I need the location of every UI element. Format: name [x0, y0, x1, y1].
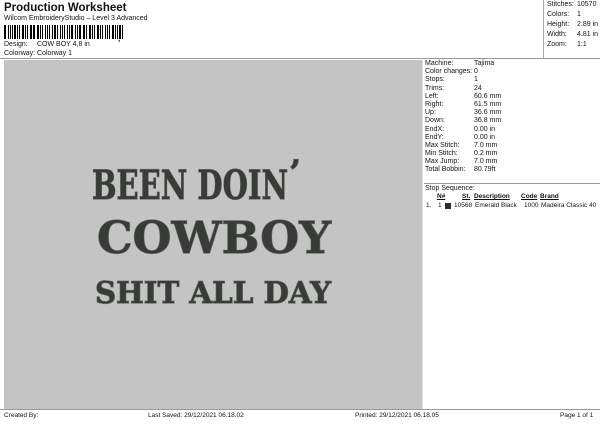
header-divider — [0, 58, 600, 59]
prop-value: 1 — [474, 76, 478, 84]
col-description: Description — [474, 193, 510, 200]
design-line-2: COWBOY — [97, 213, 332, 264]
stat-stitches: Stitches: 10570 — [544, 0, 600, 10]
colorway-label: Colorway: — [4, 50, 36, 57]
prop-max-stitch: Max Stitch: 7.0 mm — [425, 142, 600, 150]
col-n: N# — [437, 193, 446, 200]
prop-value: 36.6 mm — [474, 109, 502, 117]
prop-value: 0.2 mm — [474, 150, 498, 158]
design-apostrophe: ’ — [289, 153, 301, 193]
prop-color-changes: Color changes: 0 — [425, 68, 600, 76]
prop-down: Down: 36.8 mm — [425, 117, 600, 125]
machine-properties: Machine: Tajima Color changes: 0 Stops: 1 T… — [425, 60, 600, 175]
stat-label: Stitches: — [547, 1, 574, 8]
prop-trims: Trims: 24 — [425, 85, 600, 93]
row-st: 10568 — [454, 202, 473, 209]
row-description: Emerald Black — [475, 202, 517, 209]
prop-value: 36.8 mm — [474, 117, 502, 125]
barcode — [4, 25, 124, 39]
stat-value: 1 — [577, 11, 581, 18]
prop-value: 0.00 in — [474, 125, 496, 133]
prop-value: 0 — [474, 68, 478, 76]
stat-value: 2.89 in — [577, 21, 599, 28]
stat-width: Width: 4.81 in — [544, 30, 600, 40]
footer-divider — [0, 409, 600, 410]
design-line-3: SHIT ALL DAY — [95, 276, 332, 311]
embroidery-artwork: BEEN DOIN ’ COWBOY SHIT ALL DAY — [91, 152, 332, 311]
prop-machine: Machine: Tajima — [425, 60, 600, 68]
stop-sequence: Stop Sequence: N# St. Description Code B… — [425, 184, 600, 210]
footer-printed: Printed: 29/12/2021 06.18.05 — [355, 412, 439, 419]
stop-sequence-title: Stop Sequence: — [425, 185, 475, 192]
prop-value: 80.79ft — [474, 166, 496, 174]
prop-value: Tajima — [474, 60, 495, 67]
prop-label: Trims: — [425, 84, 445, 92]
stat-label: Colors: — [547, 11, 570, 18]
prop-label: EndX: — [425, 125, 445, 133]
colorway-value: Colorway 1 — [37, 50, 73, 57]
design-preview[interactable]: BEEN DOIN ’ COWBOY SHIT ALL DAY — [4, 60, 423, 409]
prop-label: Max Stitch: — [425, 141, 460, 149]
prop-label: Total Bobbin: — [425, 166, 466, 174]
prop-label: Max Jump: — [425, 158, 460, 166]
design-line-1: BEEN DOIN — [92, 162, 288, 209]
col-brand: Brand — [540, 193, 559, 200]
prop-value: 7.0 mm — [474, 141, 498, 149]
row-brand: Madeira Classic 40 — [541, 202, 597, 209]
prop-label: Stops: — [425, 76, 445, 84]
stat-value: 4.81 in — [577, 31, 599, 38]
prop-max-jump: Max Jump: 7.0 mm — [425, 158, 600, 166]
stats-panel: Stitches: 10570 Colors: 1 Height: 2.89 in W… — [543, 0, 600, 58]
software-name: Wilcom EmbroideryStudio – Level 3 Advanc… — [4, 15, 148, 22]
barcode-mark: , — [118, 34, 121, 43]
stop-sequence-header: N# St. Description Code Brand — [425, 192, 600, 201]
footer-page: Page 1 of 1 — [560, 412, 594, 419]
table-row: 1. 1 10568 Emerald Black 1000 Madeira Cl… — [425, 201, 600, 210]
worksheet-title: Production Worksheet — [4, 2, 127, 14]
design-value: COW BOY 4,8 in — [37, 41, 90, 48]
row-index: 1. — [426, 202, 432, 209]
design-label: Design: — [4, 41, 28, 48]
prop-label: Min Stitch: — [425, 150, 458, 158]
prop-value: 7.0 mm — [474, 158, 498, 166]
prop-total-bobbin: Total Bobbin: 80.79ft — [425, 166, 600, 174]
stat-colors: Colors: 1 — [544, 10, 600, 20]
prop-endx: EndX: 0.00 in — [425, 126, 600, 134]
prop-value: 24 — [474, 84, 482, 92]
stat-value: 1:1 — [577, 41, 587, 48]
prop-endy: EndY: 0.00 in — [425, 134, 600, 142]
prop-label: Left: — [425, 92, 439, 100]
prop-label: EndY: — [425, 133, 444, 141]
prop-label: Up: — [425, 109, 436, 117]
prop-up: Up: 36.6 mm — [425, 109, 600, 117]
stat-label: Height: — [547, 21, 570, 28]
prop-left: Left: 60.6 mm — [425, 93, 600, 101]
col-st: St. — [462, 193, 471, 200]
prop-label: Color changes: — [425, 68, 473, 76]
stat-value: 10570 — [577, 1, 597, 8]
row-n: 1 — [438, 202, 442, 209]
row-code: 1000 — [524, 202, 539, 209]
prop-right: Right: 61.5 mm — [425, 101, 600, 109]
prop-value: 0.00 in — [474, 133, 496, 141]
footer-created-by: Created By: — [4, 412, 39, 419]
stat-label: Width: — [547, 31, 567, 38]
col-code: Code — [521, 193, 538, 200]
prop-stops: Stops: 1 — [425, 76, 600, 84]
stat-label: Zoom: — [547, 41, 567, 48]
prop-min-stitch: Min Stitch: 0.2 mm — [425, 150, 600, 158]
design-info: Design: COW BOY 4,8 in — [4, 41, 90, 48]
prop-value: 61.5 mm — [474, 100, 502, 108]
prop-label: Down: — [425, 117, 445, 125]
prop-label: Machine: — [425, 60, 454, 67]
prop-value: 60.6 mm — [474, 92, 502, 100]
prop-label: Right: — [425, 100, 444, 108]
stat-zoom: Zoom: 1:1 — [544, 40, 600, 50]
stat-height: Height: 2.89 in — [544, 20, 600, 30]
colorway-info: Colorway: Colorway 1 — [4, 50, 72, 57]
thread-color-swatch — [445, 202, 451, 209]
footer-last-saved: Last Saved: 29/12/2021 06.18.02 — [148, 412, 244, 419]
